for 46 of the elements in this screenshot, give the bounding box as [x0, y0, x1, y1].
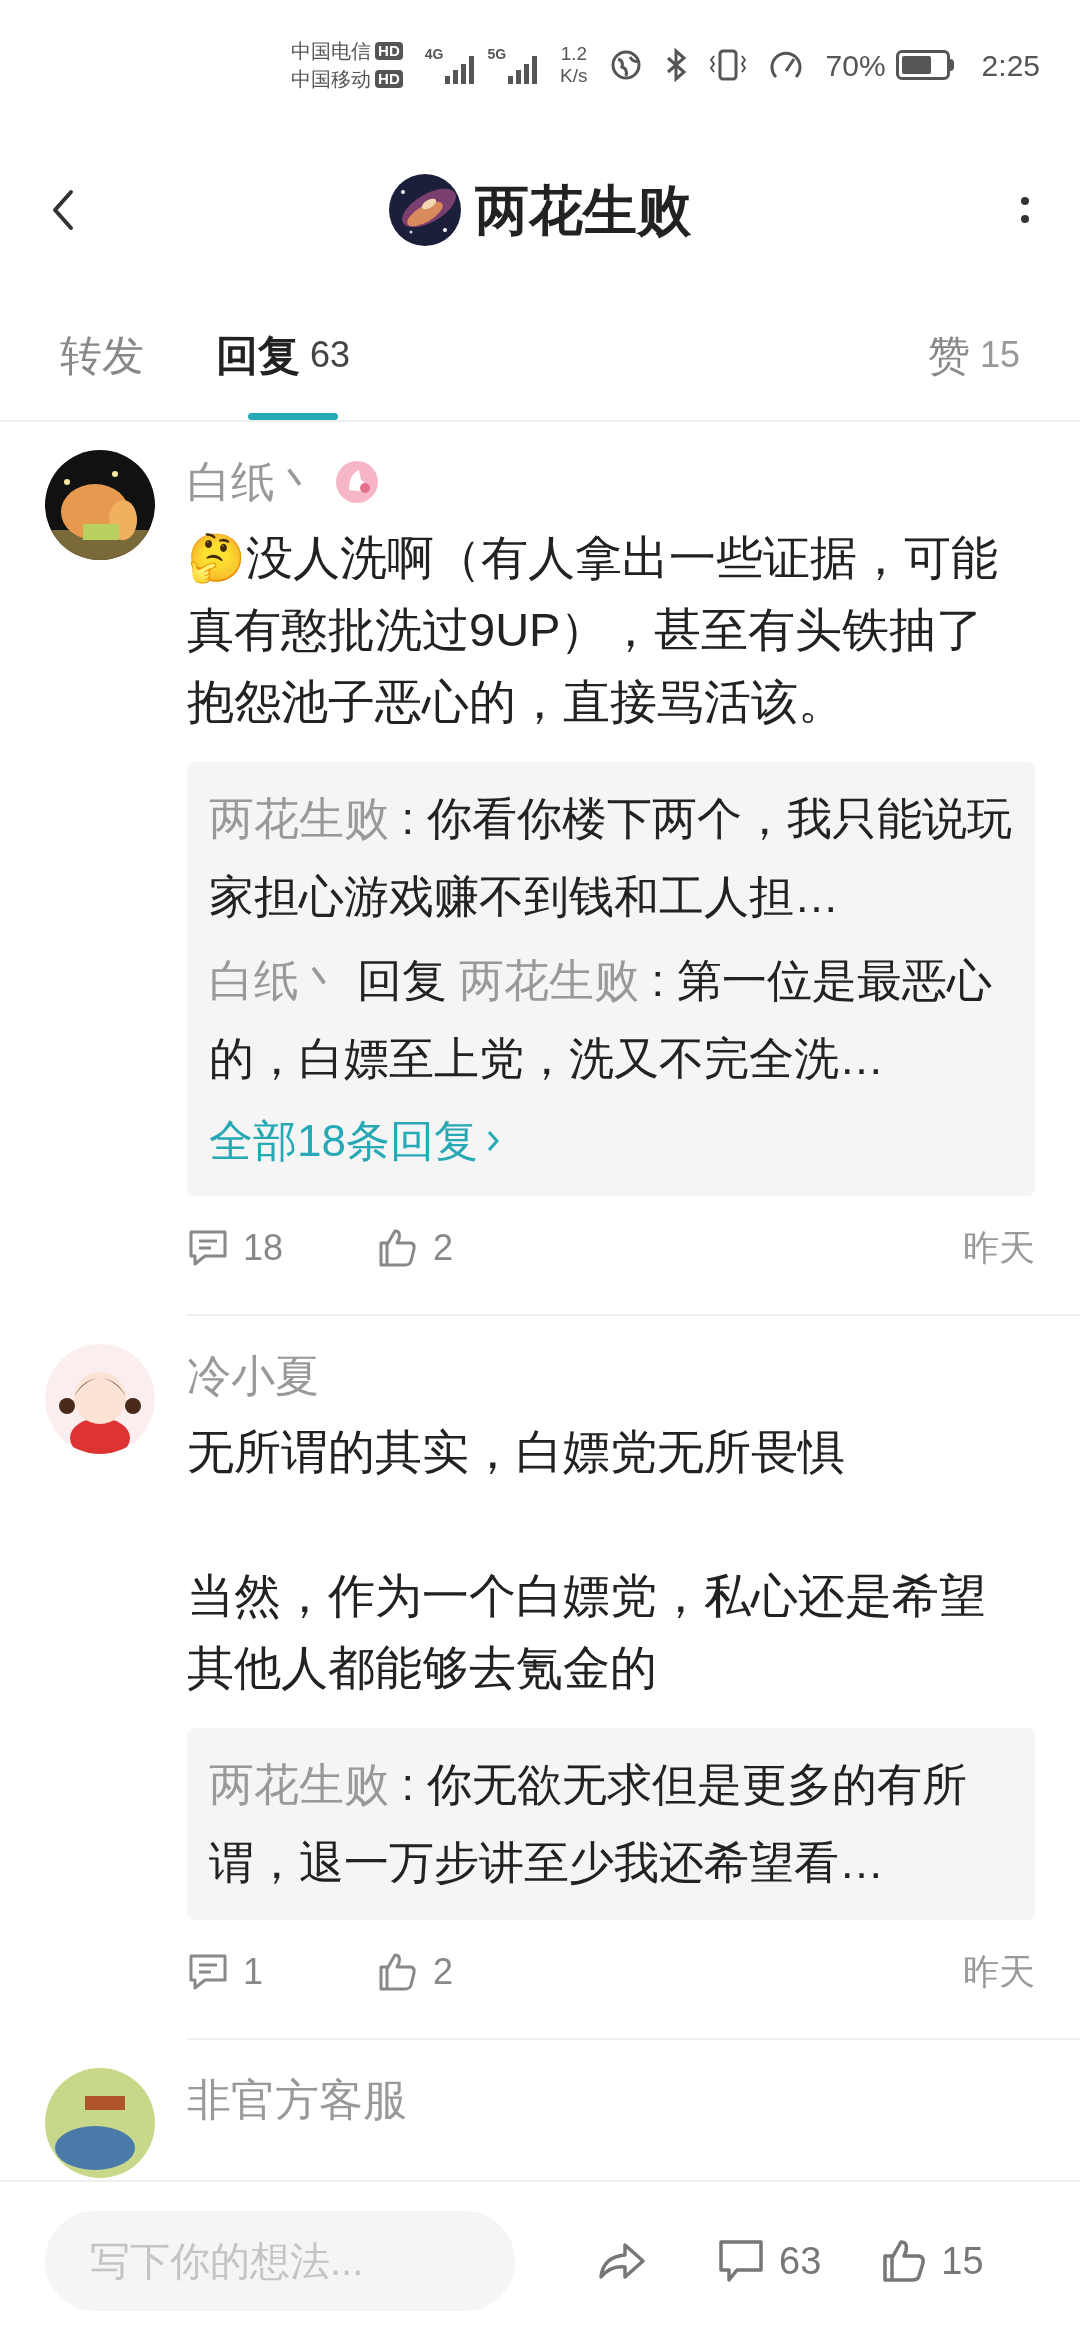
hd-badge: HD	[375, 42, 403, 60]
username[interactable]: 白纸丶	[187, 449, 319, 515]
vibrate-icon	[709, 48, 746, 82]
signal-icon	[445, 54, 476, 84]
network-label: 4G	[424, 46, 444, 62]
tab[interactable]: 转发	[60, 290, 144, 420]
comment-icon	[717, 2238, 765, 2284]
thumbs-up-icon	[377, 1227, 419, 1269]
comment-text: 当然，作为一个白嫖党，私心还是希望其他人都能够去氪金的	[187, 1568, 987, 1696]
like-button[interactable]: 15	[881, 2232, 984, 2290]
tab[interactable]: 赞 15	[927, 290, 1020, 420]
thumbs-up-icon	[881, 2238, 928, 2284]
chevron-icon	[485, 1129, 500, 1153]
timestamp: 昨天	[963, 1226, 1035, 1270]
comment-text: 🤔没人洗啊（有人拿出一些证据，可能真有憨批洗过9UP），甚至有头铁抽了抱怨池子恶心的，直接骂活该。	[187, 530, 999, 730]
all-replies-link[interactable]: 全部18条回复	[209, 1104, 1013, 1178]
speed-unit: K/s	[560, 65, 588, 87]
carrier-name: 中国移动	[291, 67, 372, 91]
reply-count-button[interactable]: 18	[187, 1221, 377, 1275]
username[interactable]: 冷小夏	[187, 1343, 319, 1409]
more-icon[interactable]	[1020, 196, 1030, 224]
battery-icon	[895, 50, 950, 80]
reply-text[interactable]: 两花生败 : 你看你楼下两个，我只能说玩家担心游戏赚不到钱和工人担…	[209, 780, 1013, 936]
thumbs-up-icon	[377, 1951, 419, 1993]
like-button[interactable]: 2	[377, 1221, 454, 1275]
signal-icon	[508, 54, 539, 84]
clock: 2:25	[981, 47, 1040, 84]
page-title: 两花生败	[475, 178, 691, 242]
comment-icon	[187, 1228, 229, 1268]
reply-text[interactable]: 白纸丶 回复 两花生败 : 第一位是最恶心的，白嫖至上党，洗又不完全洗…	[209, 942, 1013, 1098]
reply-text[interactable]: 两花生败 : 你无欲无求但是更多的有所谓，退一万步讲至少我还希望看…	[209, 1746, 1013, 1902]
like-button[interactable]: 2	[377, 1945, 454, 1999]
battery-percent: 70%	[825, 47, 886, 84]
reply-count-button[interactable]: 1	[187, 1945, 377, 1999]
comments-button[interactable]: 63	[717, 2232, 822, 2290]
username[interactable]: 非官方客服	[187, 2067, 407, 2133]
network-label: 5G	[487, 46, 507, 62]
globe-icon	[609, 49, 642, 81]
medal-icon	[335, 460, 379, 504]
timestamp: 昨天	[963, 1950, 1035, 1994]
hd-badge: HD	[375, 70, 403, 88]
comment-icon	[187, 1952, 229, 1992]
comment-text: 无所谓的其实，白嫖党无所畏惧	[187, 1424, 846, 1480]
tab[interactable]: 回复 63	[216, 290, 351, 420]
carrier-name: 中国电信	[291, 39, 372, 63]
speed-value: 1.2	[560, 43, 588, 65]
